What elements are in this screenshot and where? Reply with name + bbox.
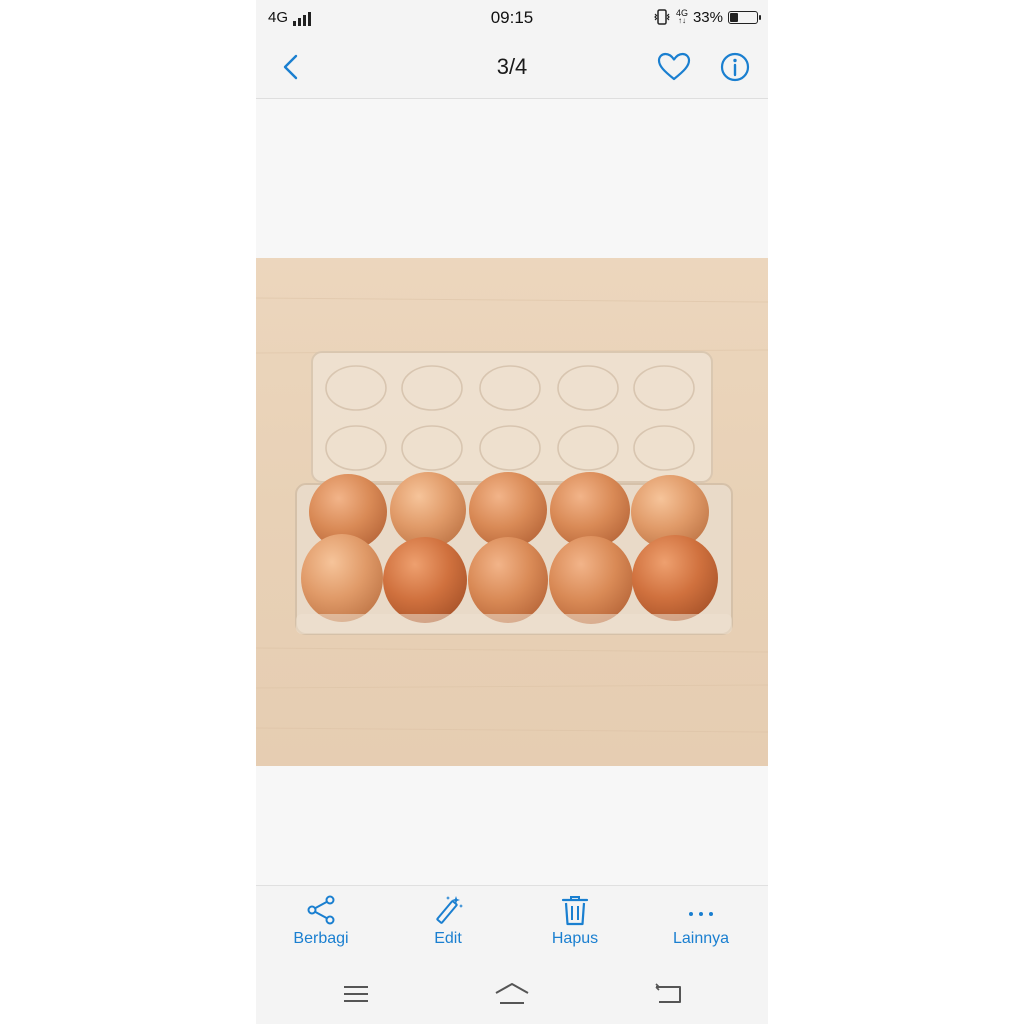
system-nav-bar — [256, 963, 768, 1024]
recent-apps-button[interactable] — [336, 979, 376, 1009]
home-button[interactable] — [492, 979, 532, 1009]
more-button[interactable]: Lainnya — [646, 894, 756, 958]
action-bar: Berbagi Edit Hapus Lainnya — [256, 885, 768, 964]
header-bar: 3/4 — [256, 36, 768, 99]
status-right: 4G ↑↓ 33% — [653, 8, 761, 26]
vibrate-icon — [654, 9, 670, 25]
menu-icon — [344, 986, 368, 1002]
favorite-button[interactable] — [656, 50, 692, 84]
delete-label: Hapus — [551, 930, 599, 947]
battery-icon — [728, 10, 761, 24]
back-nav-icon — [655, 983, 681, 1003]
photo-viewer[interactable] — [256, 99, 768, 885]
photo-viewer-screen: 4G 09:15 4G ↑↓ 33% 3/4 Berbagi Edit Hapu… — [256, 0, 768, 1024]
info-button[interactable] — [718, 50, 752, 84]
trash-icon — [561, 896, 589, 926]
more-icon — [689, 912, 713, 916]
heart-icon — [657, 52, 691, 81]
share-icon — [307, 895, 335, 925]
photo[interactable] — [256, 258, 768, 766]
battery-fill — [730, 12, 738, 22]
system-back-button[interactable] — [648, 979, 688, 1009]
share-label: Berbagi — [293, 930, 349, 947]
mobile-data-icon: 4G ↑↓ — [675, 8, 688, 25]
edit-button[interactable]: Edit — [393, 894, 503, 958]
magic-wand-icon — [436, 896, 463, 924]
battery-percent: 33% — [692, 8, 723, 26]
more-label: Lainnya — [672, 930, 730, 947]
delete-button[interactable]: Hapus — [520, 894, 630, 958]
info-icon — [720, 52, 750, 82]
status-bar: 4G 09:15 4G ↑↓ 33% — [256, 0, 768, 36]
edit-label: Edit — [434, 930, 462, 947]
home-icon — [495, 983, 529, 1004]
share-button[interactable]: Berbagi — [266, 894, 376, 958]
